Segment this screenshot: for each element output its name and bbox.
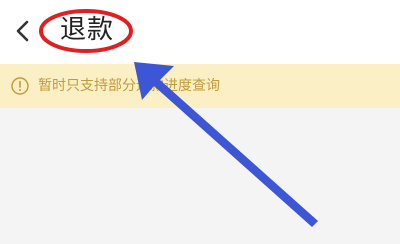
- refund-content-area: [0, 108, 400, 244]
- chevron-left-icon: [16, 20, 29, 42]
- info-circle-icon: [11, 77, 29, 95]
- notice-banner: 暂时只支持部分退款进度查询: [0, 64, 400, 108]
- notice-text: 暂时只支持部分退款进度查询: [38, 78, 220, 94]
- page-title: 退款: [60, 15, 115, 45]
- refund-screen: 退款 暂时只支持部分退款进度查询: [0, 0, 400, 244]
- nav-header: 退款: [0, 0, 400, 64]
- back-button[interactable]: [6, 14, 40, 48]
